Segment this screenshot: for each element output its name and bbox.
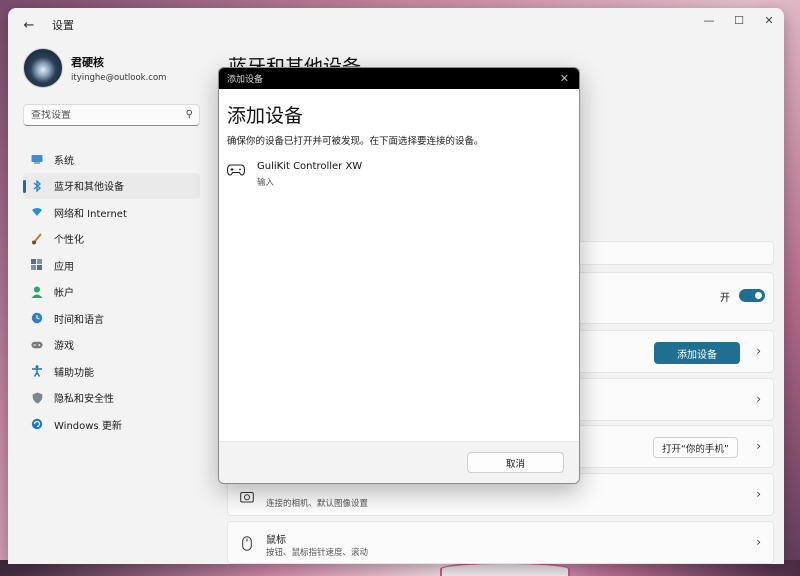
account-icon xyxy=(31,286,43,298)
sidebar-item-apps[interactable]: 应用 xyxy=(23,252,200,279)
bluetooth-toggle-label: 开 xyxy=(720,293,730,304)
sidebar-item-label: 辅助功能 xyxy=(54,367,94,379)
sidebar-item-windows-update[interactable]: Windows 更新 xyxy=(23,411,200,438)
add-device-dialog: 添加设备 ✕ 添加设备 确保你的设备已打开并可被发现。在下面选择要连接的设备。 … xyxy=(218,67,580,484)
brush-icon xyxy=(31,233,43,245)
wifi-icon xyxy=(31,206,43,218)
chevron-right-icon[interactable]: › xyxy=(756,439,761,453)
sidebar-nav: 系统 蓝牙和其他设备 网络和 Internet 个性化 应用 帐户 时间和语言 … xyxy=(23,146,200,438)
device-type: 输入 xyxy=(257,178,275,188)
sidebar-item-label: 应用 xyxy=(54,261,74,273)
sidebar-item-label: 时间和语言 xyxy=(54,314,104,326)
mouse-card[interactable]: 鼠标 按钮、鼠标指针速度、滚动 › xyxy=(227,521,774,564)
accessibility-icon xyxy=(31,365,43,378)
search-box[interactable]: ⚲ xyxy=(23,104,200,126)
cameras-subtitle: 连接的相机、默认图像设置 xyxy=(266,499,369,509)
dialog-description: 确保你的设备已打开并可被发现。在下面选择要连接的设备。 xyxy=(227,136,484,147)
bluetooth-icon xyxy=(31,179,43,192)
display-icon xyxy=(31,153,43,165)
window-controls: — ☐ ✕ xyxy=(694,8,784,32)
shield-icon xyxy=(31,392,43,404)
gamepad-icon xyxy=(31,339,43,351)
sidebar-item-label: 系统 xyxy=(54,155,74,167)
device-list-item[interactable]: GuliKit Controller XW 输入 xyxy=(225,159,565,189)
dialog-titlebar-text: 添加设备 xyxy=(227,75,264,85)
search-icon[interactable]: ⚲ xyxy=(186,109,193,120)
add-device-button[interactable]: 添加设备 xyxy=(654,342,740,364)
device-name: GuliKit Controller XW xyxy=(257,161,363,172)
cancel-button[interactable]: 取消 xyxy=(467,452,564,473)
dialog-footer: 取消 xyxy=(219,441,579,483)
sidebar: 君硬核 ityinghe@outlook.com ⚲ 系统 蓝牙和其他设备 xyxy=(8,42,208,564)
sidebar-item-personalization[interactable]: 个性化 xyxy=(23,226,200,253)
sidebar-item-bluetooth[interactable]: 蓝牙和其他设备 xyxy=(23,172,200,199)
open-your-phone-button[interactable]: 打开“你的手机” xyxy=(653,437,738,458)
sidebar-item-label: 游戏 xyxy=(54,341,74,353)
profile-name: 君硬核 xyxy=(71,55,104,69)
bluetooth-toggle[interactable] xyxy=(739,289,765,302)
title-bar: ← 设置 xyxy=(8,8,784,42)
sidebar-item-privacy[interactable]: 隐私和安全性 xyxy=(23,385,200,412)
sidebar-item-label: 个性化 xyxy=(54,235,84,247)
gamepad-icon xyxy=(226,164,246,176)
chevron-right-icon[interactable]: › xyxy=(756,392,761,406)
mouse-icon xyxy=(240,535,254,551)
mouse-subtitle: 按钮、鼠标指针速度、滚动 xyxy=(266,548,369,558)
minimize-icon[interactable]: — xyxy=(694,8,724,32)
user-profile[interactable]: 君硬核 ityinghe@outlook.com xyxy=(23,48,166,88)
maximize-icon[interactable]: ☐ xyxy=(724,8,754,32)
wallpaper-decoration xyxy=(440,562,570,576)
camera-icon xyxy=(240,488,254,504)
clock-globe-icon xyxy=(31,312,43,324)
chevron-right-icon[interactable]: › xyxy=(756,344,761,358)
sidebar-item-gaming[interactable]: 游戏 xyxy=(23,332,200,359)
dialog-title-bar: 添加设备 ✕ xyxy=(219,68,579,89)
sidebar-item-accounts[interactable]: 帐户 xyxy=(23,279,200,306)
avatar xyxy=(23,48,63,88)
dialog-heading: 添加设备 xyxy=(227,105,304,127)
sidebar-item-label: 蓝牙和其他设备 xyxy=(54,182,124,194)
sidebar-item-label: 帐户 xyxy=(54,288,74,300)
sidebar-item-system[interactable]: 系统 xyxy=(23,146,200,173)
sidebar-item-label: 隐私和安全性 xyxy=(54,394,114,406)
mouse-title: 鼠标 xyxy=(266,535,286,546)
chevron-right-icon[interactable]: › xyxy=(756,535,761,549)
update-icon xyxy=(31,418,43,430)
sidebar-item-time-language[interactable]: 时间和语言 xyxy=(23,305,200,332)
sidebar-item-label: Windows 更新 xyxy=(54,420,122,432)
sidebar-item-accessibility[interactable]: 辅助功能 xyxy=(23,358,200,385)
apps-icon xyxy=(31,259,43,271)
close-icon[interactable]: ✕ xyxy=(754,8,784,32)
back-arrow-icon[interactable]: ← xyxy=(22,18,36,33)
profile-email: ityinghe@outlook.com xyxy=(71,72,167,83)
window-title: 设置 xyxy=(52,19,74,32)
chevron-right-icon[interactable]: › xyxy=(756,487,761,501)
sidebar-item-label: 网络和 Internet xyxy=(54,208,127,220)
sidebar-item-network[interactable]: 网络和 Internet xyxy=(23,199,200,226)
dialog-close-icon[interactable]: ✕ xyxy=(560,72,569,85)
search-input[interactable] xyxy=(31,109,181,121)
